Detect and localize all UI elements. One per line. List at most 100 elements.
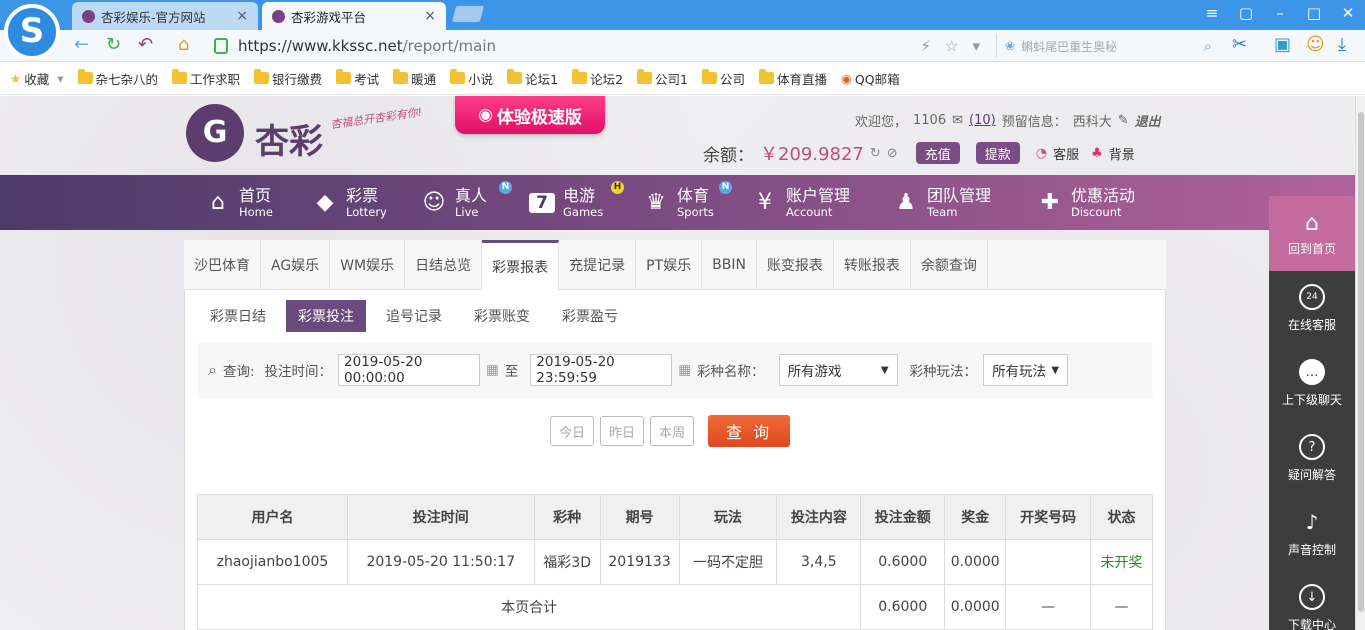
nav-account[interactable]: ¥ 账户管理 Account — [752, 175, 850, 230]
subtab-chase[interactable]: 追号记录 — [374, 300, 454, 332]
background-link[interactable]: 背景 — [1109, 144, 1135, 163]
balance-row: 余额： ￥209.9827 ↻ ⊘ 充值 提款 ◔ 客服 ♣ 背景 — [703, 140, 1135, 166]
trophy-icon: ♛ — [646, 190, 666, 215]
browser-tab-2[interactable]: 杏彩游戏平台 × — [262, 2, 446, 30]
col-play: 玩法 — [678, 494, 778, 540]
search-icon[interactable]: ⌕ — [1204, 37, 1212, 55]
hide-balance-icon[interactable]: ⊘ — [887, 146, 898, 161]
download-icon[interactable]: ⤓ — [1338, 34, 1346, 55]
start-time-input[interactable]: 2019-05-20 00:00:00 — [338, 354, 481, 386]
nav-live[interactable]: ☺ 真人 Live N — [421, 175, 512, 230]
service-link[interactable]: 客服 — [1053, 144, 1079, 163]
bookmark-folder[interactable]: 论坛2 — [572, 69, 623, 88]
tab-pt[interactable]: PT娱乐 — [636, 240, 703, 290]
nav-sports[interactable]: ♛ 体育 Sports N — [643, 175, 732, 230]
undo-icon[interactable]: ↶ — [138, 34, 153, 55]
sidebar-chat[interactable]: … 上下级聊天 — [1269, 346, 1355, 421]
tab-close-icon[interactable]: × — [236, 8, 248, 24]
floating-sidebar: ⌂ 回到首页 24 在线客服 … 上下级聊天 ? 疑问解答 ♪ 声音控制 ↓ 下… — [1269, 196, 1355, 630]
this-week-button[interactable]: 本周 — [650, 416, 695, 446]
tab-transfer[interactable]: 转账报表 — [834, 240, 911, 290]
bookmark-folder[interactable]: 公司1 — [637, 69, 688, 88]
maximize-icon[interactable]: □ — [1302, 4, 1326, 22]
end-time-input[interactable]: 2019-05-20 23:59:59 — [530, 354, 673, 386]
close-window-icon[interactable]: ✕ — [1336, 4, 1360, 22]
bookmark-folder[interactable]: 体育直播 — [758, 69, 827, 88]
calendar-icon[interactable]: ▦ — [678, 362, 691, 378]
nav-team[interactable]: ♟ 团队管理 Team — [893, 175, 991, 230]
nav-discount[interactable]: ✚ 优惠活动 Discount — [1037, 175, 1135, 230]
sidebar-faq[interactable]: ? 疑问解答 — [1269, 421, 1355, 496]
subtab-account-change[interactable]: 彩票账变 — [462, 300, 542, 332]
back-icon[interactable]: ← — [74, 34, 89, 55]
bookmark-favorites[interactable]: ★ 收藏 ▾ — [10, 69, 64, 88]
new-tab-button[interactable] — [451, 6, 485, 22]
lottery-icon: ◆ — [316, 190, 334, 215]
sidebar-download[interactable]: ↓ 下载中心 — [1269, 571, 1355, 630]
play-select[interactable]: 所有玩法 ▼ — [983, 354, 1069, 386]
mail-icon[interactable]: ✉ — [952, 113, 963, 128]
edit-icon[interactable]: ✎ — [1118, 113, 1129, 128]
sidebar-back-home[interactable]: ⌂ 回到首页 — [1269, 196, 1355, 271]
recharge-button[interactable]: 充值 — [915, 142, 960, 164]
sidebar-sound[interactable]: ♪ 声音控制 — [1269, 496, 1355, 571]
url-field[interactable]: https://www.kkssc.net/report/main ⚡☆▾ — [214, 33, 994, 59]
refresh-balance-icon[interactable]: ↻ — [870, 146, 881, 161]
table-row[interactable]: zhaojianbo1005 2019-05-20 11:50:17 福彩3D … — [197, 539, 1153, 585]
subtab-daily[interactable]: 彩票日结 — [198, 300, 278, 332]
sidebar-online-service[interactable]: 24 在线客服 — [1269, 271, 1355, 346]
tab-balance-query[interactable]: 余额查询 — [911, 240, 988, 290]
browser-search-input[interactable]: ❀ 蝌蚪尾巴重生奥秘 ⌕ — [996, 34, 1218, 58]
bookmark-folder[interactable]: 工作求职 — [172, 69, 240, 88]
subtab-profit-loss[interactable]: 彩票盈亏 — [550, 300, 630, 332]
bookmark-folder[interactable]: 小说 — [450, 69, 493, 88]
yesterday-button[interactable]: 昨日 — [600, 416, 645, 446]
tab-ag[interactable]: AG娱乐 — [261, 240, 331, 290]
query-button[interactable]: 查 询 — [708, 415, 791, 447]
extension-icon[interactable]: ▣ — [1274, 34, 1291, 55]
tab-account-change[interactable]: 账变报表 — [757, 240, 834, 290]
bookmarks-bar: ★ 收藏 ▾ 杂七杂八的 工作求职 银行缴费 考试 暖通 小说 论坛1 论坛2 公司… — [0, 62, 1365, 95]
tab-shaba-sports[interactable]: 沙巴体育 — [184, 240, 261, 290]
tab-wm[interactable]: WM娱乐 — [330, 240, 406, 290]
bookmark-folder[interactable]: 考试 — [336, 69, 379, 88]
page-scrollbar[interactable] — [1355, 96, 1365, 630]
nav-games[interactable]: 7 电游 Games H — [529, 175, 624, 230]
minimize-icon[interactable]: – — [1268, 4, 1292, 22]
calendar-icon[interactable]: ▦ — [486, 362, 499, 378]
browser-logo-icon[interactable]: S — [4, 4, 60, 60]
bookmark-star-icon[interactable]: ⚡☆▾ — [920, 37, 994, 55]
nav-lottery[interactable]: ◆ 彩票 Lottery — [312, 175, 387, 230]
site-logo-icon[interactable]: G — [186, 104, 244, 162]
scissors-icon[interactable]: ✂ — [1232, 34, 1247, 55]
bookmark-folder[interactable]: 暖通 — [393, 69, 436, 88]
logout-link[interactable]: 退出 — [1135, 111, 1161, 130]
withdraw-button[interactable]: 提款 — [975, 142, 1020, 164]
tab-lottery-report[interactable]: 彩票报表 — [482, 240, 560, 291]
skin-icon[interactable]: ▢ — [1234, 4, 1258, 22]
tab-close-icon[interactable]: × — [424, 8, 436, 24]
nav-home[interactable]: ⌂ 首页 Home — [205, 175, 273, 230]
folder-icon — [172, 69, 188, 84]
bookmark-folder[interactable]: 银行缴费 — [254, 69, 322, 88]
menu-icon[interactable]: ≡ — [1200, 4, 1224, 22]
more-icon[interactable]: ☺ — [1306, 34, 1325, 55]
bookmark-folder[interactable]: 论坛1 — [507, 69, 558, 88]
game-select[interactable]: 所有游戏 ▼ — [778, 354, 898, 386]
mail-count-link[interactable]: (10) — [969, 113, 996, 128]
tab-daily-overview[interactable]: 日结总览 — [405, 240, 483, 290]
today-button[interactable]: 今日 — [550, 416, 595, 446]
bookmark-folder[interactable]: 杂七杂八的 — [77, 69, 158, 88]
bookmark-folder[interactable]: 公司 — [701, 69, 745, 88]
bookmark-qqmail[interactable]: ◉ QQ邮箱 — [841, 69, 900, 88]
new-badge: N — [499, 181, 512, 194]
home-icon[interactable]: ⌂ — [178, 34, 189, 55]
tab-bbin[interactable]: BBIN — [702, 240, 757, 290]
refresh-icon[interactable]: ↻ — [106, 34, 121, 55]
lottery-sub-tabs: 彩票日结 彩票投注 追号记录 彩票账变 彩票盈亏 — [198, 300, 630, 332]
subtab-bets[interactable]: 彩票投注 — [286, 300, 366, 332]
promo-button[interactable]: ◉ 体验极速版 — [455, 96, 605, 134]
team-icon: ♟ — [896, 190, 916, 215]
tab-deposit-withdraw[interactable]: 充提记录 — [559, 240, 637, 290]
browser-tab-1[interactable]: 杏彩娱乐-官方网站 × — [72, 2, 258, 30]
